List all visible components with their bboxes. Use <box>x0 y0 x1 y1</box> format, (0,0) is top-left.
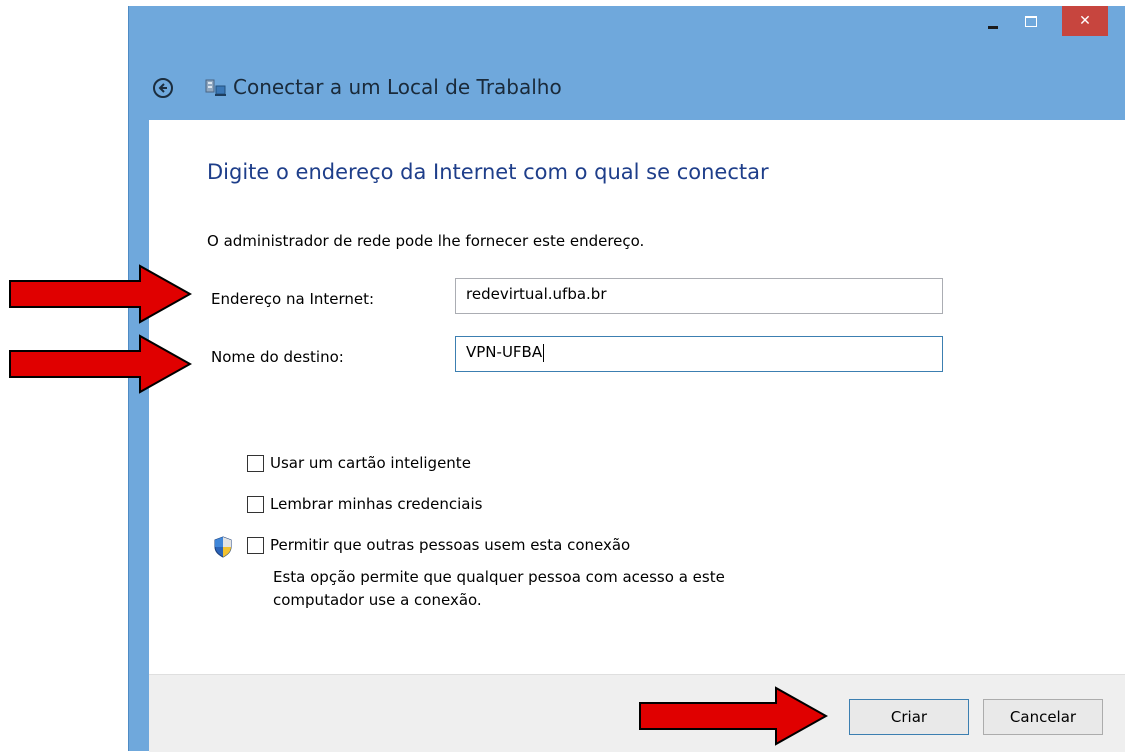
red-arrow-icon <box>9 334 192 394</box>
smart-card-option[interactable]: Usar um cartão inteligente <box>247 454 471 472</box>
red-arrow-icon <box>639 686 828 746</box>
close-button[interactable]: ✕ <box>1062 6 1108 36</box>
back-button[interactable] <box>153 78 173 98</box>
allow-others-note-line2: computador use a conexão. <box>273 591 482 609</box>
allow-others-checkbox[interactable] <box>247 536 264 554</box>
allow-others-note: Esta opção permite que qualquer pessoa c… <box>273 566 725 612</box>
remember-credentials-label: Lembrar minhas credenciais <box>270 495 483 513</box>
create-button[interactable]: Criar <box>849 699 969 735</box>
wizard-footer: Criar Cancelar <box>149 674 1125 752</box>
remember-credentials-checkbox[interactable] <box>247 495 264 513</box>
smart-card-label: Usar um cartão inteligente <box>270 454 471 472</box>
maximize-icon <box>1025 15 1037 27</box>
wizard-content: Digite o endereço da Internet com o qual… <box>149 120 1125 674</box>
allow-others-label: Permitir que outras pessoas usem esta co… <box>270 536 631 554</box>
red-arrow-icon <box>9 264 192 324</box>
minimize-button[interactable] <box>979 6 1007 36</box>
destination-name-value: VPN-UFBA <box>466 343 543 361</box>
remember-credentials-option[interactable]: Lembrar minhas credenciais <box>247 495 482 513</box>
network-workplace-icon <box>205 79 226 96</box>
internet-address-label: Endereço na Internet: <box>211 290 375 308</box>
allow-others-note-line1: Esta opção permite que qualquer pessoa c… <box>273 568 725 586</box>
wizard-header: Conectar a um Local de Trabalho <box>129 68 1125 108</box>
dialog-window: ✕ Conectar a um Local de Trabalho Digite… <box>128 6 1125 752</box>
page-description: O administrador de rede pode lhe fornece… <box>207 232 645 250</box>
wizard-title: Conectar a um Local de Trabalho <box>233 75 562 99</box>
maximize-button[interactable] <box>1017 6 1045 36</box>
destination-name-input[interactable]: VPN-UFBA <box>455 336 943 372</box>
internet-address-value: redevirtual.ufba.br <box>466 285 607 303</box>
cancel-button[interactable]: Cancelar <box>983 699 1103 735</box>
back-arrow-icon <box>158 83 167 93</box>
text-caret <box>543 343 545 362</box>
title-bar: ✕ <box>129 6 1125 46</box>
smart-card-checkbox[interactable] <box>247 454 264 472</box>
page-heading: Digite o endereço da Internet com o qual… <box>207 160 769 184</box>
allow-others-option[interactable]: Permitir que outras pessoas usem esta co… <box>247 536 630 554</box>
minimize-icon <box>988 25 998 29</box>
internet-address-input[interactable]: redevirtual.ufba.br <box>455 278 943 314</box>
destination-name-label: Nome do destino: <box>211 348 344 366</box>
uac-shield-icon <box>214 536 232 558</box>
close-icon: ✕ <box>1079 13 1091 29</box>
